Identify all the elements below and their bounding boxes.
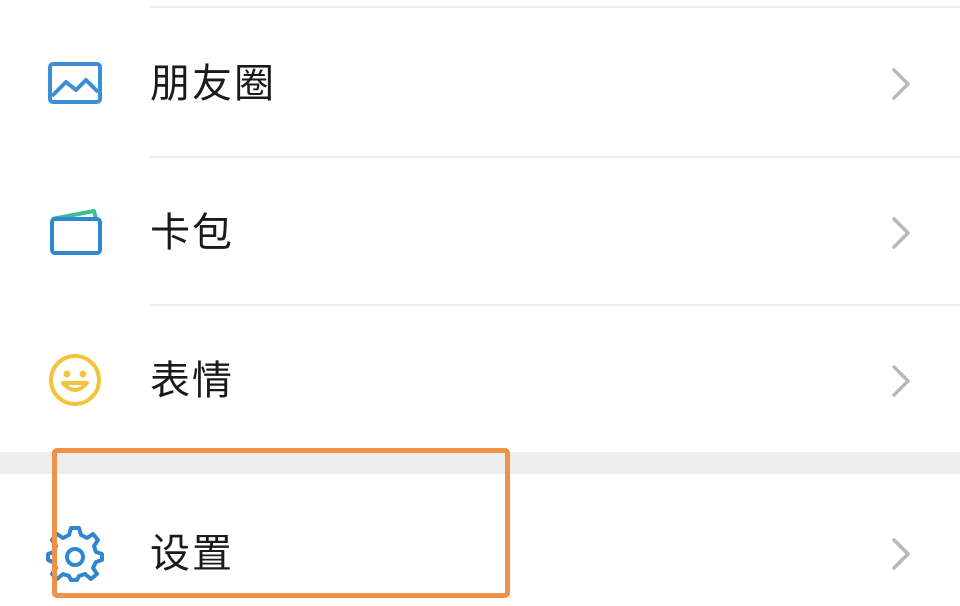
menu-item-label: 卡包 (150, 210, 234, 256)
menu-item-settings[interactable]: 设置 (0, 474, 960, 606)
moments-picture-icon (46, 54, 104, 112)
chevron-right-icon (886, 213, 916, 253)
chevron-right-icon (886, 64, 916, 104)
menu-item-label: 设置 (150, 531, 234, 577)
me-menu-screen: 朋友圈 卡包 表情 设置 (0, 0, 960, 606)
card-wallet-icon (46, 203, 104, 261)
gear-icon (46, 526, 104, 584)
chevron-right-icon (886, 361, 916, 401)
chevron-right-icon (886, 534, 916, 574)
smiley-face-icon (46, 351, 104, 409)
menu-item-card-wallet[interactable]: 卡包 (0, 158, 960, 304)
menu-item-label: 表情 (150, 358, 234, 404)
menu-item-moments[interactable]: 朋友圈 (0, 8, 960, 156)
menu-item-label: 朋友圈 (150, 61, 276, 107)
section-separator (0, 452, 960, 474)
menu-item-stickers[interactable]: 表情 (0, 306, 960, 452)
